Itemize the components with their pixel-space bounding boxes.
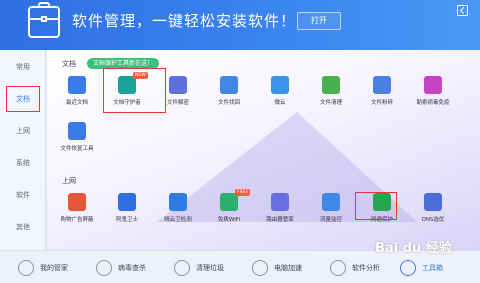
router-icon — [271, 193, 289, 211]
highlight-box — [355, 192, 397, 220]
sidebar: 常用 文档 上网 系统 软件 其他 — [0, 50, 46, 250]
dns-icon — [424, 193, 442, 211]
app-label: 勒索病毒免疫 — [416, 100, 450, 106]
app-label: 流量监控 — [319, 217, 342, 223]
app-grid-panel: 文档 文档保护工具新在这！ 最近文档 NEW 文档守护者 文件解密 文件找回 微云 文件清理… — [47, 50, 480, 255]
app-tile[interactable]: 文件找回 — [207, 76, 251, 120]
app-tile[interactable]: 阿鬼卫士 — [105, 193, 149, 237]
weiyun-icon — [271, 76, 289, 94]
exit-icon[interactable] — [457, 5, 468, 16]
ad-block-icon — [68, 193, 86, 211]
page-title: 软件管理，一键轻松安装软件！ — [72, 12, 297, 30]
app-label: 文件清理 — [319, 100, 342, 106]
app-tile[interactable]: 文件清理 — [309, 76, 353, 120]
app-tile[interactable]: 晴云卫检测 — [156, 193, 200, 237]
section-title-docs: 文档 — [62, 60, 76, 68]
app-label: 文件粉碎 — [370, 100, 393, 106]
app-tile[interactable]: 购物广告屏蔽 — [55, 193, 99, 237]
bottom-nav-label: 电脑加速 — [274, 264, 302, 272]
speedup-icon — [252, 260, 268, 276]
bottom-nav-label: 病毒查杀 — [118, 264, 146, 272]
file-clean-icon — [322, 76, 340, 94]
app-label: 晴云卫检测 — [164, 217, 192, 223]
app-tile[interactable]: DNS选优 — [411, 193, 455, 237]
bottom-nav-label: 软件分析 — [352, 264, 380, 272]
bottom-nav-label: 我的管家 — [40, 264, 68, 272]
file-recover-icon — [220, 76, 238, 94]
header: 软件管理，一键轻松安装软件！ 打开 — [0, 0, 480, 50]
bottom-nav-label: 清理垃圾 — [196, 264, 224, 272]
sidebar-item-software[interactable]: 软件 — [0, 184, 46, 206]
app-tile[interactable]: 最近文档 — [55, 76, 99, 120]
app-tile[interactable]: 路由器管家 — [258, 193, 302, 237]
traffic-monitor-icon — [322, 193, 340, 211]
file-restore-tool-icon — [68, 122, 86, 140]
file-decrypt-icon — [169, 76, 187, 94]
section-title-web: 上网 — [62, 177, 76, 185]
sidebar-item-common[interactable]: 常用 — [0, 56, 46, 78]
app-tile[interactable]: 流量监控 — [309, 193, 353, 237]
app-tile[interactable]: FREE 免费WiFi — [207, 189, 251, 237]
ransomware-immune-icon — [424, 76, 442, 94]
sidebar-item-other[interactable]: 其他 — [0, 216, 46, 238]
app-label: 文件找回 — [217, 100, 240, 106]
toolbox-icon — [400, 260, 416, 276]
app-label: 微云 — [274, 100, 286, 106]
app-label: 免费WiFi — [217, 217, 241, 223]
watermark: Bai du 经验 — [375, 241, 452, 256]
app-tile[interactable]: 微云 — [258, 76, 302, 120]
toolbox-icon — [28, 2, 60, 38]
app-label: 最近文档 — [65, 100, 88, 106]
app-label: 文件恢复工具 — [60, 146, 94, 152]
app-tile[interactable]: 文件恢复工具 — [55, 122, 99, 166]
badge: FREE — [235, 189, 251, 196]
file-shred-icon — [373, 76, 391, 94]
open-button[interactable]: 打开 — [297, 12, 341, 30]
app-label: DNS选优 — [421, 217, 445, 223]
bottom-nav-label: 工具箱 — [422, 264, 443, 272]
virus-scan-icon — [96, 260, 112, 276]
gui-guard-icon — [118, 193, 136, 211]
app-label: 路由器管家 — [266, 217, 294, 223]
clean-trash-icon — [174, 260, 190, 276]
software-analysis-icon — [330, 260, 346, 276]
app-label: 阿鬼卫士 — [115, 217, 138, 223]
cloud-check-icon — [169, 193, 187, 211]
app-tile[interactable]: 文件粉碎 — [360, 76, 404, 120]
app-tile[interactable]: 勒索病毒免疫 — [411, 76, 455, 120]
sidebar-item-system[interactable]: 系统 — [0, 152, 46, 174]
highlight-box — [6, 86, 40, 112]
sidebar-item-web[interactable]: 上网 — [0, 120, 46, 142]
app-label: 购物广告屏蔽 — [60, 217, 94, 223]
highlight-box — [103, 68, 166, 113]
recent-docs-icon — [68, 76, 86, 94]
home-icon — [18, 260, 34, 276]
